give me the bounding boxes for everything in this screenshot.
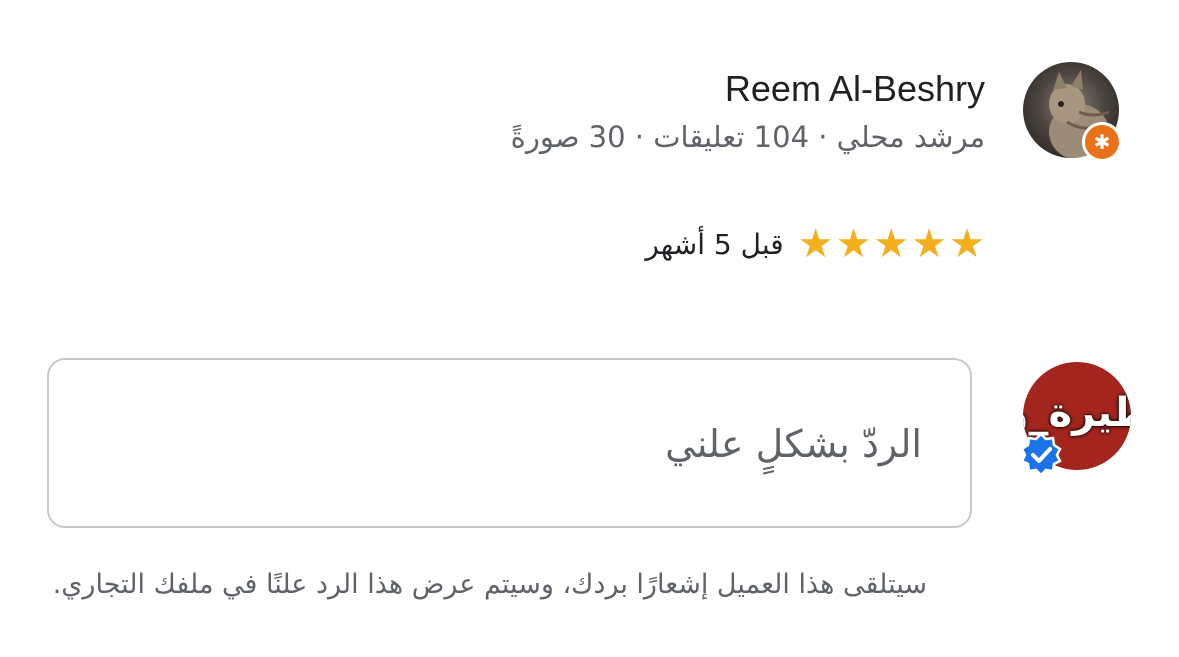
star-icon: ★ (873, 221, 910, 267)
verified-check-icon (1020, 432, 1062, 476)
star-icon: ★ (949, 221, 985, 267)
public-reply-input[interactable]: الردّ بشكلٍ علني (47, 358, 972, 528)
local-guide-star-icon: ✱ (1082, 122, 1122, 162)
owner-avatar-text: ظيرة_وذ (1023, 390, 1131, 436)
review-header: ✱ Reem Al-Beshry مرشد محلي · 104 تعليقات… (0, 60, 1179, 170)
reviewer-name[interactable]: Reem Al-Beshry (725, 68, 985, 110)
reviewer-meta: مرشد محلي · 104 تعليقات · 30 صورةً (510, 120, 985, 154)
review-time: قبل 5 أشهر (645, 227, 784, 261)
rating-row: ★ ★ ★ ★ ★ قبل 5 أشهر (645, 222, 985, 266)
reply-placeholder: الردّ بشكلٍ علني (665, 422, 922, 466)
reply-helper-text: سيتلقى هذا العميل إشعارًا بردك، وسيتم عر… (52, 569, 927, 600)
star-icon: ★ (911, 221, 948, 267)
star-icon: ★ (797, 221, 834, 267)
star-icon: ★ (835, 221, 872, 267)
star-rating: ★ ★ ★ ★ ★ (798, 224, 985, 264)
